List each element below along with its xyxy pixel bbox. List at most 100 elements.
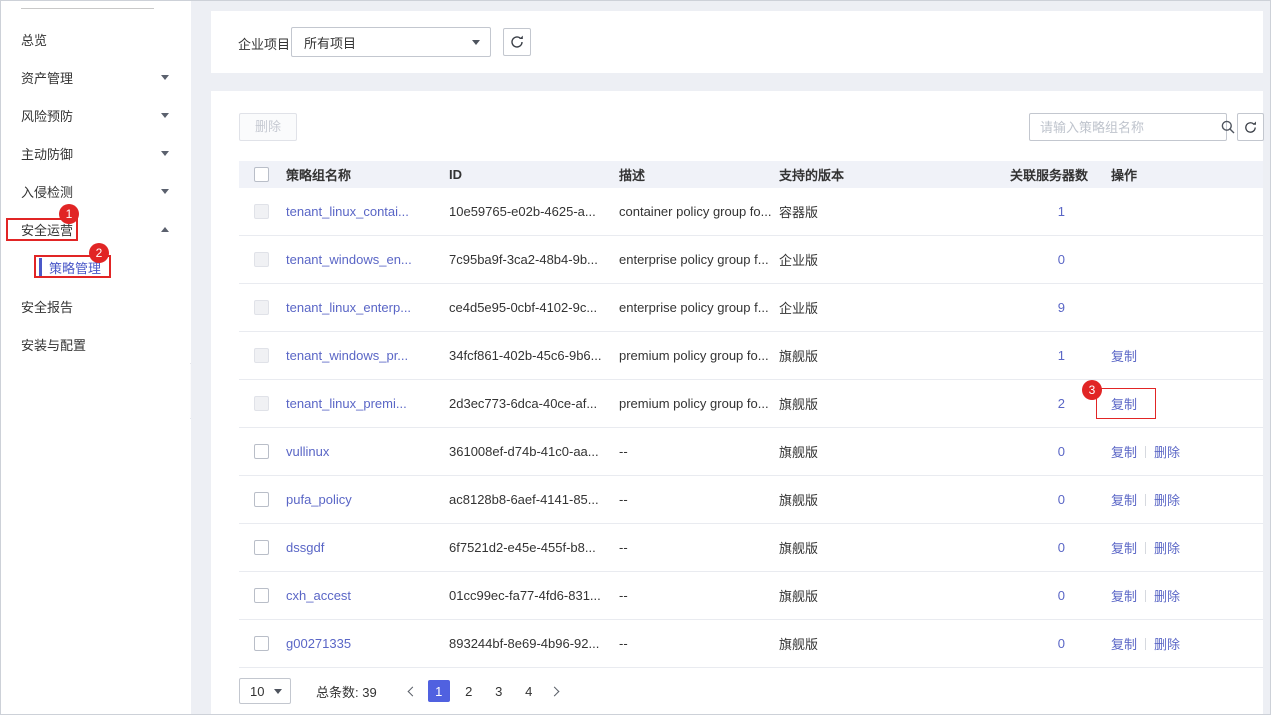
header-associated-servers: 关联服务器数 xyxy=(932,165,1088,184)
delete-link[interactable]: 删除 xyxy=(1154,442,1180,461)
header-description: 描述 xyxy=(612,165,772,184)
refresh-icon xyxy=(1243,120,1258,135)
copy-link[interactable]: 复制 xyxy=(1111,490,1137,509)
page-button-4[interactable]: 4 xyxy=(518,680,540,702)
server-count-link[interactable]: 0 xyxy=(1058,492,1065,507)
page-button-1[interactable]: 1 xyxy=(428,680,450,702)
next-page-button[interactable] xyxy=(544,680,566,702)
row-checkbox[interactable] xyxy=(254,444,269,459)
sidebar-item-label: 策略管理 xyxy=(49,258,101,277)
policy-group-description: -- xyxy=(612,588,772,603)
delete-link[interactable]: 删除 xyxy=(1154,538,1180,557)
policy-group-name-link[interactable]: cxh_accest xyxy=(286,588,351,603)
sidebar-item-security-report[interactable]: 安全报告 xyxy=(1,294,191,318)
sidebar-item-active-defense[interactable]: 主动防御 xyxy=(1,141,191,165)
policy-group-id: 6f7521d2-e45e-455f-b8... xyxy=(442,540,612,555)
policy-group-name-link[interactable]: tenant_linux_premi... xyxy=(286,396,407,411)
chevron-down-icon xyxy=(472,40,480,45)
refresh-projects-button[interactable] xyxy=(503,28,531,56)
sidebar-item-security-operations[interactable]: 安全运营 xyxy=(1,217,191,241)
copy-link[interactable]: 复制 xyxy=(1111,346,1137,365)
delete-link[interactable]: 删除 xyxy=(1154,586,1180,605)
policy-group-description: enterprise policy group f... xyxy=(612,300,772,315)
copy-link[interactable]: 复制 xyxy=(1111,394,1137,413)
row-checkbox[interactable] xyxy=(254,540,269,555)
sidebar-item-risk-prevention[interactable]: 风险预防 xyxy=(1,103,191,127)
server-count-link[interactable]: 0 xyxy=(1058,252,1065,267)
delete-button: 删除 xyxy=(239,113,297,141)
server-count-link[interactable]: 0 xyxy=(1058,588,1065,603)
search-icon[interactable] xyxy=(1220,114,1236,140)
server-count-link[interactable]: 9 xyxy=(1058,300,1065,315)
policy-group-name-link[interactable]: pufa_policy xyxy=(286,492,352,507)
policy-group-description: -- xyxy=(612,636,772,651)
policy-group-description: premium policy group fo... xyxy=(612,396,772,411)
supported-version: 旗舰版 xyxy=(772,346,932,365)
sidebar-item-intrusion-detection[interactable]: 入侵检测 xyxy=(1,179,191,203)
select-all-checkbox[interactable] xyxy=(254,167,269,182)
sidebar-item-label: 安装与配置 xyxy=(21,335,86,354)
policy-group-name-link[interactable]: tenant_windows_en... xyxy=(286,252,412,267)
policy-group-name-link[interactable]: tenant_linux_contai... xyxy=(286,204,409,219)
total-count-value: 39 xyxy=(362,685,376,700)
refresh-table-button[interactable] xyxy=(1237,113,1264,141)
policy-group-id: 2d3ec773-6dca-40ce-af... xyxy=(442,396,612,411)
table-row: dssgdf 6f7521d2-e45e-455f-b8... -- 旗舰版 0… xyxy=(239,524,1263,572)
page-button-2[interactable]: 2 xyxy=(458,680,480,702)
row-checkbox xyxy=(254,300,269,315)
server-count-link[interactable]: 0 xyxy=(1058,540,1065,555)
copy-link[interactable]: 复制 xyxy=(1111,538,1137,557)
chevron-up-icon xyxy=(161,227,169,232)
policy-group-name-link[interactable]: dssgdf xyxy=(286,540,324,555)
policy-group-name-link[interactable]: tenant_linux_enterp... xyxy=(286,300,411,315)
sidebar-item-policy-management[interactable]: 策略管理 xyxy=(1,255,191,279)
server-count-link[interactable]: 1 xyxy=(1058,348,1065,363)
sidebar-item-asset-management[interactable]: 资产管理 xyxy=(1,65,191,89)
chevron-down-icon xyxy=(161,151,169,156)
console-screen: 总览 资产管理 风险预防 主动防御 入侵检测 安全运营 策略管理 安全报告 xyxy=(0,0,1271,715)
chevron-right-icon xyxy=(550,686,560,696)
chevron-down-icon xyxy=(161,189,169,194)
server-count-link[interactable]: 0 xyxy=(1058,444,1065,459)
page-size-value: 10 xyxy=(250,684,264,699)
sidebar-item-label: 主动防御 xyxy=(21,144,73,163)
row-checkbox[interactable] xyxy=(254,492,269,507)
copy-link[interactable]: 复制 xyxy=(1111,442,1137,461)
search-input[interactable] xyxy=(1030,120,1220,135)
table-row: tenant_windows_en... 7c95ba9f-3ca2-48b4-… xyxy=(239,236,1263,284)
delete-link[interactable]: 删除 xyxy=(1154,634,1180,653)
supported-version: 企业版 xyxy=(772,298,932,317)
policy-group-id: ac8128b8-6aef-4141-85... xyxy=(442,492,612,507)
policy-group-id: 361008ef-d74b-41c0-aa... xyxy=(442,444,612,459)
sidebar-item-label: 总览 xyxy=(21,30,47,49)
table-row: tenant_linux_contai... 10e59765-e02b-462… xyxy=(239,188,1263,236)
copy-link[interactable]: 复制 xyxy=(1111,586,1137,605)
sidebar-item-installation-config[interactable]: 安装与配置 xyxy=(1,332,191,356)
supported-version: 旗舰版 xyxy=(772,538,932,557)
copy-link[interactable]: 复制 xyxy=(1111,634,1137,653)
main-area: 企业项目 所有项目 删除 xyxy=(191,1,1271,715)
policy-group-search xyxy=(1029,113,1227,141)
row-checkbox[interactable] xyxy=(254,636,269,651)
table-row: vullinux 361008ef-d74b-41c0-aa... -- 旗舰版… xyxy=(239,428,1263,476)
sidebar-item-overview[interactable]: 总览 xyxy=(1,27,191,51)
supported-version: 旗舰版 xyxy=(772,394,932,413)
enterprise-project-select[interactable]: 所有项目 xyxy=(291,27,491,57)
delete-link[interactable]: 删除 xyxy=(1154,490,1180,509)
refresh-icon xyxy=(509,34,525,50)
prev-page-button[interactable] xyxy=(402,680,424,702)
policy-group-name-link[interactable]: tenant_windows_pr... xyxy=(286,348,408,363)
operation-divider xyxy=(1145,494,1146,506)
server-count-link[interactable]: 0 xyxy=(1058,636,1065,651)
sidebar-item-label: 资产管理 xyxy=(21,68,73,87)
server-count-link[interactable]: 2 xyxy=(1058,396,1065,411)
operation-divider xyxy=(1145,542,1146,554)
server-count-link[interactable]: 1 xyxy=(1058,204,1065,219)
supported-version: 企业版 xyxy=(772,250,932,269)
page-size-select[interactable]: 10 xyxy=(239,678,291,704)
policy-group-name-link[interactable]: vullinux xyxy=(286,444,329,459)
supported-version: 容器版 xyxy=(772,202,932,221)
policy-group-name-link[interactable]: g00271335 xyxy=(286,636,351,651)
page-button-3[interactable]: 3 xyxy=(488,680,510,702)
row-checkbox[interactable] xyxy=(254,588,269,603)
